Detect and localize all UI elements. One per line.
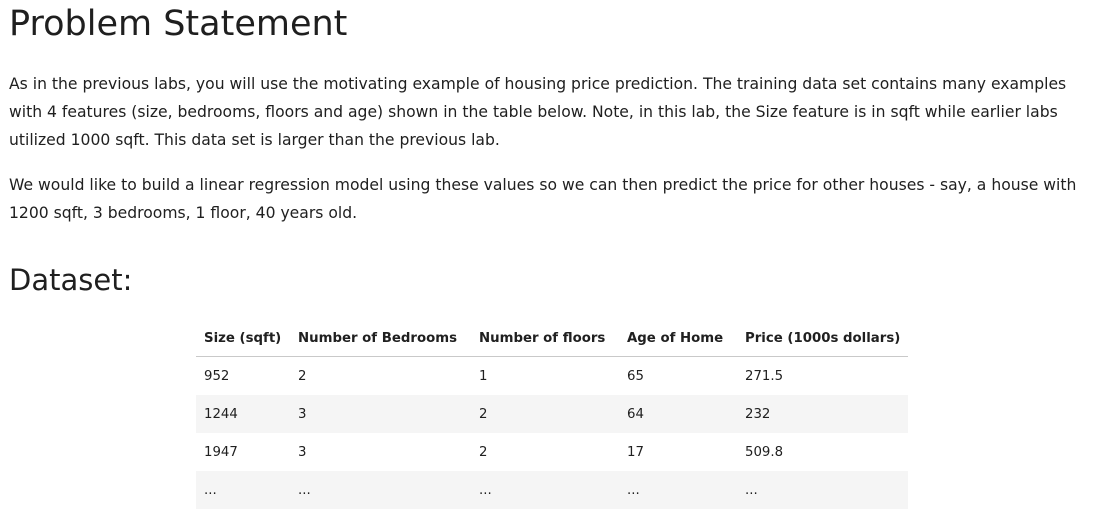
column-header-price: Price (1000s dollars) — [737, 320, 909, 357]
table-cell: 271.5 — [745, 368, 784, 384]
table-cell: 509.8 — [745, 444, 784, 460]
table-cell: 64 — [619, 395, 737, 433]
column-header-bedrooms: Number of Bedrooms — [290, 320, 471, 357]
table-cell: 65 — [627, 368, 644, 384]
table-cell: 2 — [479, 444, 488, 460]
table-cell: ... — [290, 471, 471, 509]
page-title: Problem Statement — [9, 4, 348, 44]
table-cell: 1244 — [196, 395, 290, 433]
table-cell: ... — [196, 471, 290, 509]
column-header-size: Size (sqft) — [196, 320, 290, 357]
table-row: 1947 3 2 17 509.8 — [196, 433, 908, 471]
table-cell: 2 — [298, 368, 307, 384]
column-header-floors: Number of floors — [471, 320, 619, 357]
table-header-row: Size (sqft) Number of Bedrooms Number of… — [196, 320, 909, 357]
table-cell: 17 — [627, 444, 644, 460]
table-cell: ... — [619, 471, 737, 509]
goal-paragraph: We would like to build a linear regressi… — [9, 176, 1077, 222]
table-cell: ... — [471, 471, 619, 509]
table-row: 952 2 1 65 271.5 — [196, 357, 908, 396]
table-cell: 2 — [471, 395, 619, 433]
table-cell: 3 — [290, 395, 471, 433]
table-cell: 232 — [737, 395, 909, 433]
table-row: ... ... ... ... ... — [196, 471, 909, 509]
dataset-table: Size (sqft) Number of Bedrooms Number of… — [196, 320, 909, 509]
table-cell: ... — [737, 471, 909, 509]
column-header-age: Age of Home — [619, 320, 737, 357]
table-cell: 952 — [204, 368, 230, 384]
table-cell: 1947 — [204, 444, 238, 460]
dataset-heading: Dataset: — [9, 263, 133, 297]
table-row: 1244 3 2 64 232 — [196, 395, 909, 433]
table-cell: 3 — [298, 444, 307, 460]
intro-paragraph: As in the previous labs, you will use th… — [9, 75, 1067, 149]
table-cell: 1 — [479, 368, 488, 384]
